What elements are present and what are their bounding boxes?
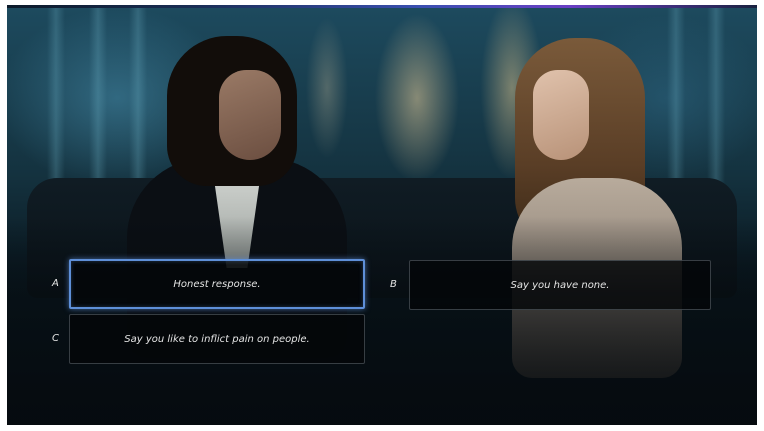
choice-c-button[interactable]: Say you like to inflict pain on people. xyxy=(69,314,365,364)
choice-a-key: A xyxy=(52,278,59,289)
choice-c-text: Say you like to inflict pain on people. xyxy=(124,333,310,345)
choice-a-button[interactable]: Honest response. xyxy=(69,259,365,309)
choice-c-key: C xyxy=(52,333,59,344)
choice-b-button[interactable]: Say you have none. xyxy=(409,260,711,310)
choice-b-text: Say you have none. xyxy=(510,279,610,291)
choice-b-key: B xyxy=(390,279,397,290)
game-viewport: A Honest response. B Say you have none. … xyxy=(7,5,757,425)
choice-a-text: Honest response. xyxy=(173,278,261,290)
